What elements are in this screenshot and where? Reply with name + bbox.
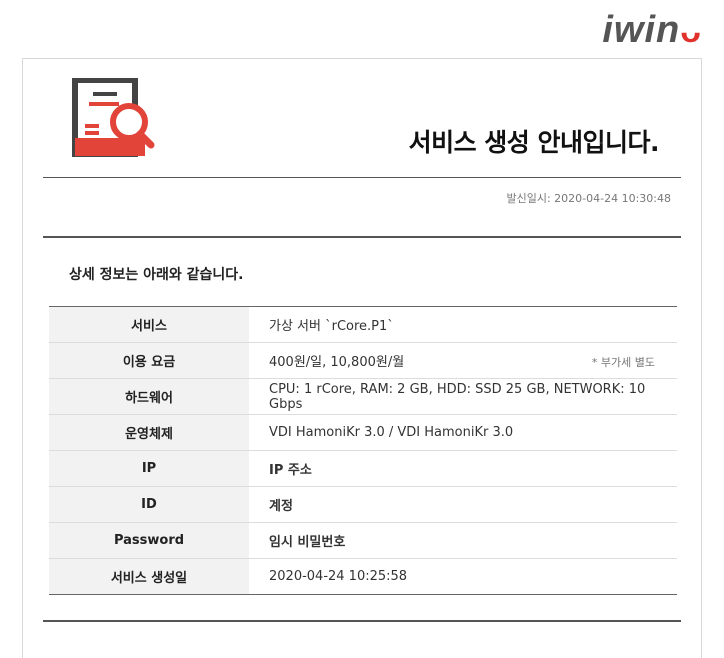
row-label-id: ID — [49, 486, 249, 523]
table-row: 서비스 생성일 2020-04-24 10:25:58 — [49, 558, 677, 595]
divider — [43, 236, 681, 238]
table-row: ID 계정 — [49, 486, 677, 523]
row-value-hardware: CPU: 1 rCore, RAM: 2 GB, HDD: SSD 25 GB,… — [249, 378, 677, 415]
row-label-os: 운영체제 — [49, 414, 249, 451]
sent-label: 발신일시: — [506, 192, 551, 205]
page-title: 서비스 생성 안내입니다. — [408, 128, 660, 157]
row-value-service: 가상 서버 `rCore.P1` — [249, 306, 677, 343]
notice-card: 서비스 생성 안내입니다. 발신일시: 2020-04-24 10:30:48 … — [22, 58, 702, 658]
row-value-fee: 400원/일, 10,800원/월 * 부가세 별도 — [249, 342, 677, 379]
table-row: IP IP 주소 — [49, 450, 677, 487]
table-row: 운영체제 VDI HamoniKr 3.0 / VDI HamoniKr 3.0 — [49, 414, 677, 451]
row-label-hardware: 하드웨어 — [49, 378, 249, 415]
row-value-ip: IP 주소 — [249, 450, 677, 487]
row-value-created: 2020-04-24 10:25:58 — [249, 558, 677, 595]
row-label-password: Password — [49, 522, 249, 559]
document-search-icon — [72, 78, 155, 157]
logo-text: iwin — [602, 9, 681, 51]
sent-datetime: 발신일시: 2020-04-24 10:30:48 — [506, 190, 671, 206]
iwin-logo: iwinᴗ — [602, 8, 702, 53]
row-value-password: 임시 비밀번호 — [249, 522, 677, 559]
section-title: 상세 정보는 아래와 같습니다. — [69, 267, 244, 283]
divider — [43, 177, 681, 178]
row-value-id: 계정 — [249, 486, 677, 523]
row-label-ip: IP — [49, 450, 249, 487]
service-info-table: 서비스 가상 서버 `rCore.P1` 이용 요금 400원/일, 10,80… — [49, 306, 677, 595]
sent-value: 2020-04-24 10:30:48 — [554, 192, 671, 205]
table-row: 이용 요금 400원/일, 10,800원/월 * 부가세 별도 — [49, 342, 677, 379]
row-label-created: 서비스 생성일 — [49, 558, 249, 595]
row-label-service: 서비스 — [49, 306, 249, 343]
table-row: 하드웨어 CPU: 1 rCore, RAM: 2 GB, HDD: SSD 2… — [49, 378, 677, 415]
logo-smile-mark: ᴗ — [680, 12, 702, 50]
table-row: Password 임시 비밀번호 — [49, 522, 677, 559]
row-value-os: VDI HamoniKr 3.0 / VDI HamoniKr 3.0 — [249, 414, 677, 451]
divider — [43, 620, 681, 622]
table-row: 서비스 가상 서버 `rCore.P1` — [49, 306, 677, 343]
row-label-fee: 이용 요금 — [49, 342, 249, 379]
fee-value: 400원/일, 10,800원/월 — [269, 355, 405, 370]
vat-note: * 부가세 별도 — [591, 356, 655, 369]
